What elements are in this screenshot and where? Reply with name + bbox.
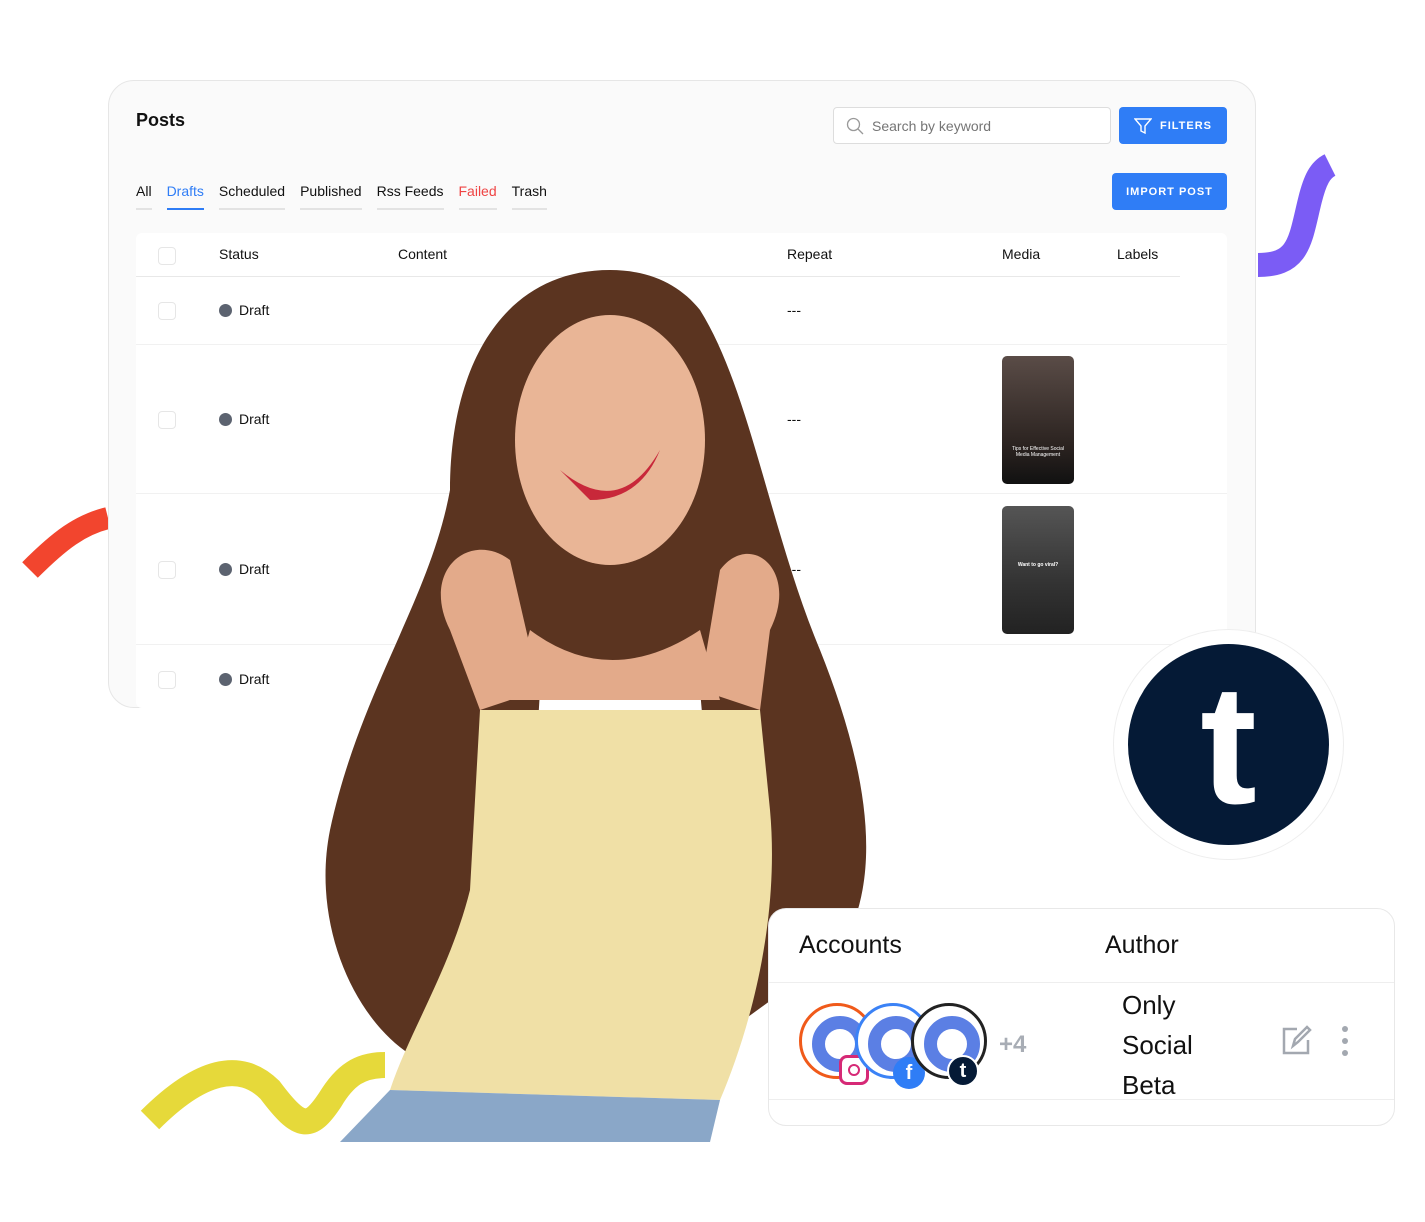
- status-dot: [219, 303, 232, 317]
- page-title: Posts: [136, 110, 186, 130]
- status-text: Draft: [239, 411, 270, 427]
- search-field[interactable]: [833, 107, 1111, 144]
- status-dot: [219, 562, 232, 576]
- column-status: Status: [219, 246, 259, 262]
- status-badge: Draft: [219, 411, 269, 427]
- status-tabs: All Drafts Scheduled Published Rss Feeds…: [136, 183, 547, 210]
- tab-published[interactable]: Published: [300, 183, 362, 210]
- tab-drafts[interactable]: Drafts: [166, 183, 204, 210]
- media-thumbnail[interactable]: Tips for Effective Social Media Manageme…: [1002, 356, 1074, 484]
- author-line: Social: [1122, 1030, 1193, 1060]
- media-thumbnail[interactable]: Want to go viral?: [1002, 506, 1074, 634]
- row-checkbox[interactable]: [158, 302, 176, 320]
- tumblr-logo: t: [1128, 644, 1329, 845]
- author-name: Only Social Beta: [1122, 985, 1193, 1105]
- column-repeat: Repeat: [787, 246, 833, 262]
- import-post-button[interactable]: IMPORT POST: [1112, 173, 1227, 210]
- author-line: Only: [1122, 990, 1176, 1020]
- filters-button[interactable]: FILTERS: [1119, 107, 1227, 144]
- media-caption: Want to go viral?: [1017, 562, 1059, 568]
- author-header: Author: [1105, 931, 1179, 959]
- tab-rss-feeds[interactable]: Rss Feeds: [376, 183, 444, 210]
- tab-all[interactable]: All: [136, 183, 152, 210]
- red-stroke: [22, 507, 111, 578]
- status-text: Draft: [239, 671, 270, 687]
- select-all-checkbox[interactable]: [158, 247, 176, 265]
- accounts-card: Accounts Author f t +4 Only Social Beta: [768, 908, 1395, 1126]
- edit-icon[interactable]: [1279, 1024, 1313, 1058]
- purple-stroke: [1257, 154, 1337, 277]
- status-badge: Draft: [219, 302, 269, 318]
- header-divider: [769, 982, 1394, 983]
- status-dot: [219, 672, 232, 686]
- row-checkbox[interactable]: [158, 411, 176, 429]
- row-checkbox[interactable]: [158, 561, 176, 579]
- row-divider: [769, 1099, 1394, 1100]
- more-accounts-count[interactable]: +4: [999, 1031, 1026, 1059]
- status-text: Draft: [239, 302, 270, 318]
- row-checkbox[interactable]: [158, 671, 176, 689]
- tab-failed[interactable]: Failed: [458, 183, 497, 210]
- filters-label: FILTERS: [1159, 119, 1212, 132]
- search-icon: [846, 117, 864, 134]
- more-options-icon[interactable]: [1339, 1024, 1351, 1058]
- media-caption: Tips for Effective Social Media Manageme…: [1012, 446, 1064, 458]
- status-badge: Draft: [219, 561, 269, 577]
- status-dot: [219, 412, 232, 426]
- accounts-header: Accounts: [799, 931, 902, 959]
- tab-scheduled[interactable]: Scheduled: [218, 183, 286, 210]
- search-input[interactable]: [872, 117, 1092, 134]
- status-text: Draft: [239, 561, 270, 577]
- status-badge: Draft: [219, 671, 269, 687]
- column-labels: Labels: [1117, 246, 1159, 262]
- column-content: Content: [398, 246, 448, 262]
- tumblr-logo-letter: t: [1200, 649, 1257, 840]
- filter-icon: [1133, 117, 1152, 134]
- tumblr-icon: t: [947, 1055, 979, 1087]
- tab-trash[interactable]: Trash: [511, 183, 547, 210]
- column-media: Media: [1002, 246, 1041, 262]
